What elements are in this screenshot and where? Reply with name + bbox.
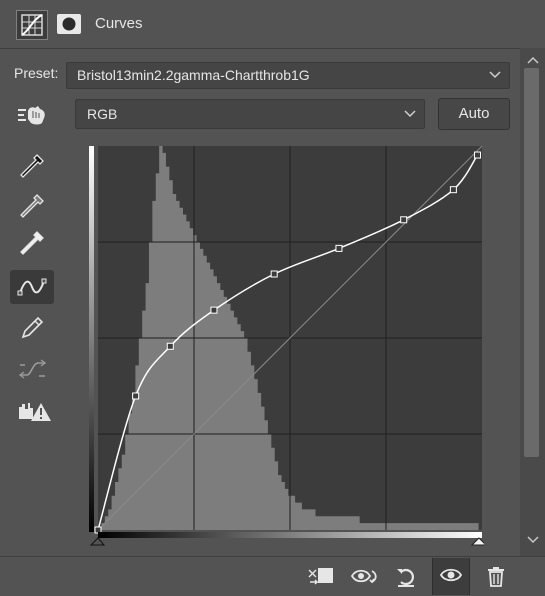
trash-icon [488,567,504,587]
target-adjust-icon[interactable] [16,103,48,129]
eyedropper-gray-icon [20,194,44,218]
toggle-visibility-button[interactable] [432,558,470,595]
curve-control-point[interactable] [270,270,278,278]
curve-control-point[interactable] [210,306,218,314]
clip-to-layer-button[interactable] [303,562,335,590]
curve-control-point[interactable] [400,216,408,224]
reset-button[interactable] [390,562,422,590]
curve-control-point[interactable] [335,244,343,252]
eyedropper-black-icon [20,154,44,178]
clip-to-layer-icon [308,568,333,585]
curve-control-point[interactable] [132,392,140,400]
curve-control-point[interactable] [473,151,481,159]
curve-control-point[interactable] [166,342,174,350]
scrollbar-thumb[interactable] [524,68,539,457]
pencil-button[interactable] [10,311,54,345]
smooth-icon [18,359,47,379]
preset-dropdown[interactable]: Bristol13min2.2gamma-Chartthrob1G [66,62,510,89]
curves-adjustment-icon[interactable] [16,10,48,40]
eyedropper-white-icon [20,231,44,255]
preset-value: Bristol13min2.2gamma-Chartthrob1G [77,67,310,83]
auto-button[interactable]: Auto [438,98,510,130]
scroll-down-icon[interactable] [527,536,539,544]
view-previous-state-button[interactable] [346,562,378,590]
reset-icon [397,568,414,587]
view-previous-state-icon [350,569,377,584]
input-gradient-bar [98,532,482,538]
layer-mask-icon[interactable] [56,13,82,35]
sample-black-point-button[interactable] [10,149,54,183]
smooth-button [10,352,54,386]
curves-graph[interactable] [89,146,484,546]
scroll-up-icon[interactable] [527,56,539,64]
pencil-icon [21,316,44,339]
sample-white-point-button[interactable] [10,226,54,260]
edit-points-button[interactable] [10,270,54,304]
eye-icon [440,568,462,582]
panel-title: Curves [95,15,143,32]
clipping-warning-button[interactable] [10,394,54,428]
channel-value: RGB [87,106,118,122]
curve-control-point[interactable] [449,186,457,194]
output-gradient-bar [89,146,94,532]
sample-gray-point-button[interactable] [10,189,54,223]
clipping-warning-icon [19,403,51,421]
curve-edit-icon [17,278,47,296]
delete-button[interactable] [480,562,512,590]
channel-dropdown[interactable]: RGB [75,99,425,129]
chevron-down-icon [404,110,416,118]
chevron-down-icon [489,71,501,79]
preset-label: Preset: [14,65,59,81]
